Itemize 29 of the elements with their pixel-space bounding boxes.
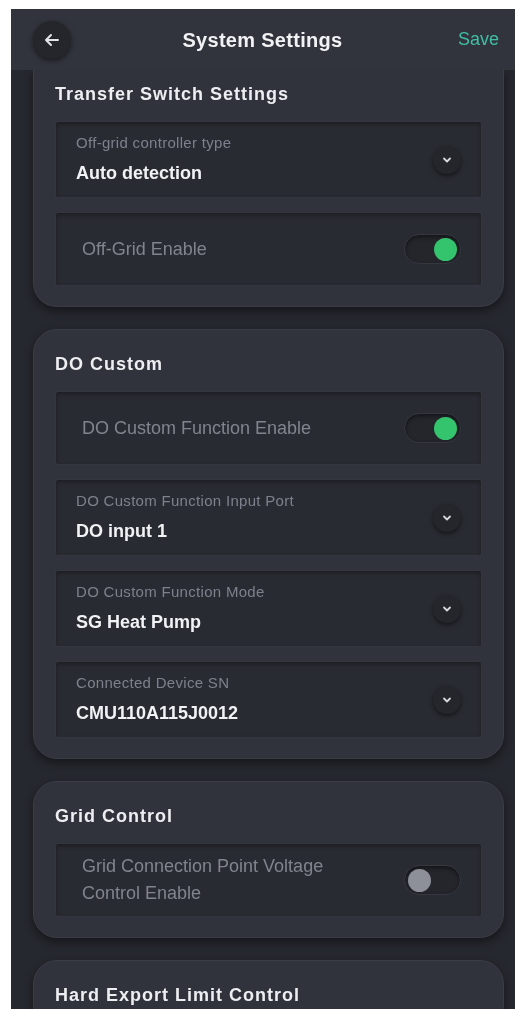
toggle-switch[interactable] [404,234,461,264]
chevron-down-icon [433,503,461,532]
dropdown-field[interactable]: DO Custom Function Input Port DO input 1 [55,479,482,556]
field-value: Auto detection [76,162,203,186]
toggle-label: DO Custom Function Enable [82,416,312,440]
page-title: System Settings [182,27,343,53]
dropdown-field[interactable]: Off-grid controller type Auto detection [55,121,482,198]
section-title: Hard Export Limit Control [55,984,301,1007]
toggle-label: Grid Connection Point Voltage Control Enable [82,855,325,905]
field-label: DO Custom Function Mode [76,581,265,602]
back-button[interactable] [33,20,71,59]
dropdown-field[interactable]: DO Custom Function Mode SG Heat Pump [55,570,482,647]
field-value: CMU110A115J0012 [76,702,239,726]
dropdown-field[interactable]: Connected Device SN CMU110A115J0012 [55,661,482,738]
field-value: DO input 1 [76,520,168,544]
section-title: Grid Control [55,805,174,828]
section-title: Transfer Switch Settings [55,83,291,106]
save-button[interactable]: Save [453,26,503,53]
field-label: Connected Device SN [76,672,231,693]
toggle-switch[interactable] [404,413,461,443]
chevron-down-icon [433,145,461,174]
section-title: DO Custom [55,353,164,376]
chevron-down-icon [433,685,461,714]
toggle-switch[interactable] [404,865,461,895]
toggle-label: Off-Grid Enable [82,237,207,261]
chevron-down-icon [433,594,461,623]
field-label: Off-grid controller type [76,132,232,153]
field-value: SG Heat Pump [76,611,203,635]
field-label: DO Custom Function Input Port [76,490,294,511]
